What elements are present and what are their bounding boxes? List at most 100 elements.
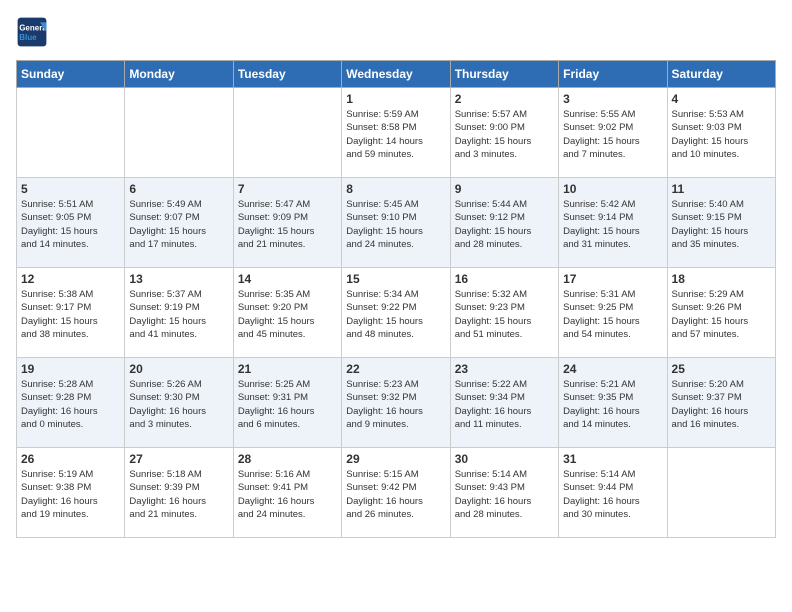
day-cell: 23 Sunrise: 5:22 AM Sunset: 9:34 PM Dayli…	[450, 358, 558, 448]
day-number: 23	[455, 362, 554, 376]
day-number: 13	[129, 272, 228, 286]
header-cell-monday: Monday	[125, 61, 233, 88]
day-number: 6	[129, 182, 228, 196]
day-info: Sunrise: 5:53 AM Sunset: 9:03 PM Dayligh…	[672, 108, 771, 161]
day-number: 26	[21, 452, 120, 466]
week-row-4: 19Sunrise: 5:28 AM Sunset: 9:28 PM Dayli…	[17, 358, 776, 448]
week-row-3: 12 Sunrise: 5:38 AM Sunset: 9:17 PM Dayli…	[17, 268, 776, 358]
day-number: 2	[455, 92, 554, 106]
day-cell: 5Sunrise: 5:51 AM Sunset: 9:05 PM Daylig…	[17, 178, 125, 268]
day-number: 29	[346, 452, 445, 466]
day-info: Sunrise: 5:23 AM Sunset: 9:32 PM Dayligh…	[346, 378, 445, 431]
day-info: Sunrise: 5:19 AM Sunset: 9:38 PM Dayligh…	[21, 468, 120, 521]
day-number: 22	[346, 362, 445, 376]
day-cell: 27 Sunrise: 5:18 AM Sunset: 9:39 PM Dayli…	[125, 448, 233, 538]
day-cell	[233, 88, 341, 178]
day-cell: 9 Sunrise: 5:44 AM Sunset: 9:12 PM Daylig…	[450, 178, 558, 268]
day-cell: 21Sunrise: 5:25 AM Sunset: 9:31 PM Dayli…	[233, 358, 341, 448]
day-cell: 1 Sunrise: 5:59 AM Sunset: 8:58 PM Daylig…	[342, 88, 450, 178]
week-row-5: 26 Sunrise: 5:19 AM Sunset: 9:38 PM Dayli…	[17, 448, 776, 538]
day-cell: 18 Sunrise: 5:29 AM Sunset: 9:26 PM Dayli…	[667, 268, 775, 358]
day-info: Sunrise: 5:20 AM Sunset: 9:37 PM Dayligh…	[672, 378, 771, 431]
day-info: Sunrise: 5:34 AM Sunset: 9:22 PM Dayligh…	[346, 288, 445, 341]
day-number: 31	[563, 452, 662, 466]
day-info: Sunrise: 5:47 AM Sunset: 9:09 PM Dayligh…	[238, 198, 337, 251]
day-cell: 31Sunrise: 5:14 AM Sunset: 9:44 PM Dayli…	[559, 448, 667, 538]
day-cell: 24 Sunrise: 5:21 AM Sunset: 9:35 PM Dayli…	[559, 358, 667, 448]
day-cell: 12 Sunrise: 5:38 AM Sunset: 9:17 PM Dayli…	[17, 268, 125, 358]
header-cell-friday: Friday	[559, 61, 667, 88]
day-number: 14	[238, 272, 337, 286]
day-info: Sunrise: 5:25 AM Sunset: 9:31 PM Dayligh…	[238, 378, 337, 431]
header-cell-sunday: Sunday	[17, 61, 125, 88]
day-number: 10	[563, 182, 662, 196]
day-number: 7	[238, 182, 337, 196]
day-number: 24	[563, 362, 662, 376]
day-info: Sunrise: 5:21 AM Sunset: 9:35 PM Dayligh…	[563, 378, 662, 431]
week-row-1: 1 Sunrise: 5:59 AM Sunset: 8:58 PM Daylig…	[17, 88, 776, 178]
day-number: 16	[455, 272, 554, 286]
day-cell: 19Sunrise: 5:28 AM Sunset: 9:28 PM Dayli…	[17, 358, 125, 448]
day-info: Sunrise: 5:42 AM Sunset: 9:14 PM Dayligh…	[563, 198, 662, 251]
day-info: Sunrise: 5:44 AM Sunset: 9:12 PM Dayligh…	[455, 198, 554, 251]
day-info: Sunrise: 5:14 AM Sunset: 9:43 PM Dayligh…	[455, 468, 554, 521]
day-number: 11	[672, 182, 771, 196]
day-cell: 6 Sunrise: 5:49 AM Sunset: 9:07 PM Daylig…	[125, 178, 233, 268]
day-info: Sunrise: 5:51 AM Sunset: 9:05 PM Dayligh…	[21, 198, 120, 251]
day-info: Sunrise: 5:18 AM Sunset: 9:39 PM Dayligh…	[129, 468, 228, 521]
day-cell: 3Sunrise: 5:55 AM Sunset: 9:02 PM Daylig…	[559, 88, 667, 178]
day-number: 1	[346, 92, 445, 106]
header-cell-saturday: Saturday	[667, 61, 775, 88]
day-cell: 25 Sunrise: 5:20 AM Sunset: 9:37 PM Dayli…	[667, 358, 775, 448]
day-cell: 20 Sunrise: 5:26 AM Sunset: 9:30 PM Dayli…	[125, 358, 233, 448]
day-info: Sunrise: 5:28 AM Sunset: 9:28 PM Dayligh…	[21, 378, 120, 431]
top-bar: General Blue	[16, 16, 776, 52]
day-number: 28	[238, 452, 337, 466]
day-cell: 30 Sunrise: 5:14 AM Sunset: 9:43 PM Dayli…	[450, 448, 558, 538]
day-cell: 28 Sunrise: 5:16 AM Sunset: 9:41 PM Dayli…	[233, 448, 341, 538]
day-info: Sunrise: 5:16 AM Sunset: 9:41 PM Dayligh…	[238, 468, 337, 521]
day-info: Sunrise: 5:59 AM Sunset: 8:58 PM Dayligh…	[346, 108, 445, 161]
day-cell: 14 Sunrise: 5:35 AM Sunset: 9:20 PM Dayli…	[233, 268, 341, 358]
day-info: Sunrise: 5:35 AM Sunset: 9:20 PM Dayligh…	[238, 288, 337, 341]
day-info: Sunrise: 5:29 AM Sunset: 9:26 PM Dayligh…	[672, 288, 771, 341]
day-info: Sunrise: 5:55 AM Sunset: 9:02 PM Dayligh…	[563, 108, 662, 161]
day-number: 30	[455, 452, 554, 466]
day-cell: 13 Sunrise: 5:37 AM Sunset: 9:19 PM Dayli…	[125, 268, 233, 358]
day-info: Sunrise: 5:57 AM Sunset: 9:00 PM Dayligh…	[455, 108, 554, 161]
header-cell-tuesday: Tuesday	[233, 61, 341, 88]
day-number: 17	[563, 272, 662, 286]
svg-text:Blue: Blue	[19, 33, 37, 42]
day-info: Sunrise: 5:22 AM Sunset: 9:34 PM Dayligh…	[455, 378, 554, 431]
header-cell-wednesday: Wednesday	[342, 61, 450, 88]
day-cell: 7 Sunrise: 5:47 AM Sunset: 9:09 PM Daylig…	[233, 178, 341, 268]
header-cell-thursday: Thursday	[450, 61, 558, 88]
day-number: 4	[672, 92, 771, 106]
day-number: 27	[129, 452, 228, 466]
day-cell: 10 Sunrise: 5:42 AM Sunset: 9:14 PM Dayli…	[559, 178, 667, 268]
day-number: 20	[129, 362, 228, 376]
header-row: SundayMondayTuesdayWednesdayThursdayFrid…	[17, 61, 776, 88]
day-info: Sunrise: 5:26 AM Sunset: 9:30 PM Dayligh…	[129, 378, 228, 431]
day-cell	[17, 88, 125, 178]
day-cell: 22 Sunrise: 5:23 AM Sunset: 9:32 PM Dayli…	[342, 358, 450, 448]
day-number: 25	[672, 362, 771, 376]
day-info: Sunrise: 5:31 AM Sunset: 9:25 PM Dayligh…	[563, 288, 662, 341]
day-cell: 8Sunrise: 5:45 AM Sunset: 9:10 PM Daylig…	[342, 178, 450, 268]
logo-icon: General Blue	[16, 16, 48, 48]
day-number: 18	[672, 272, 771, 286]
logo: General Blue	[16, 16, 52, 48]
day-cell: 17 Sunrise: 5:31 AM Sunset: 9:25 PM Dayli…	[559, 268, 667, 358]
day-number: 9	[455, 182, 554, 196]
day-number: 8	[346, 182, 445, 196]
day-cell	[125, 88, 233, 178]
day-cell: 2 Sunrise: 5:57 AM Sunset: 9:00 PM Daylig…	[450, 88, 558, 178]
day-info: Sunrise: 5:49 AM Sunset: 9:07 PM Dayligh…	[129, 198, 228, 251]
day-cell	[667, 448, 775, 538]
day-info: Sunrise: 5:38 AM Sunset: 9:17 PM Dayligh…	[21, 288, 120, 341]
day-cell: 26 Sunrise: 5:19 AM Sunset: 9:38 PM Dayli…	[17, 448, 125, 538]
day-number: 12	[21, 272, 120, 286]
day-info: Sunrise: 5:37 AM Sunset: 9:19 PM Dayligh…	[129, 288, 228, 341]
day-info: Sunrise: 5:15 AM Sunset: 9:42 PM Dayligh…	[346, 468, 445, 521]
day-number: 15	[346, 272, 445, 286]
